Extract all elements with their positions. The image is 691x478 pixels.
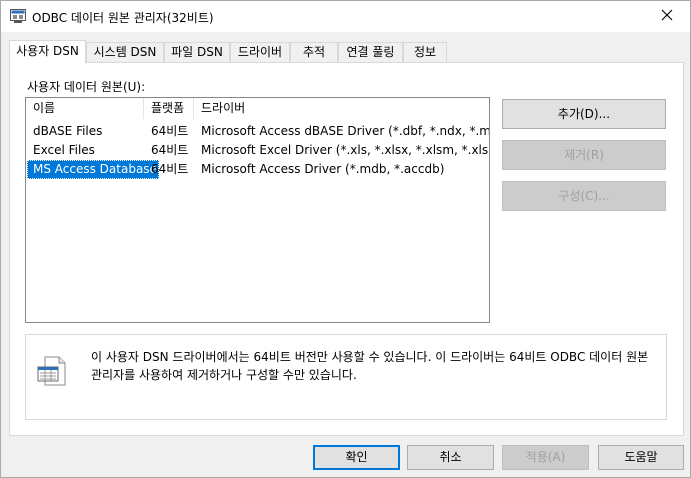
ok-button[interactable]: 확인	[313, 445, 400, 470]
apply-button[interactable]: 적용(A)	[502, 445, 589, 470]
table-row[interactable]: Excel Files 64비트 Microsoft Excel Driver …	[26, 141, 489, 160]
configure-button[interactable]: 구성(C)...	[502, 181, 666, 211]
row-platform: 64비트	[151, 124, 189, 138]
tab-drivers[interactable]: 드라이버	[230, 42, 290, 63]
list-header: 이름 플랫폼 드라이버	[26, 98, 489, 119]
table-row[interactable]: dBASE Files 64비트 Microsoft Access dBASE …	[26, 122, 489, 141]
help-button[interactable]: 도움말	[598, 445, 684, 470]
column-header-name[interactable]: 이름	[26, 98, 144, 119]
row-driver: Microsoft Excel Driver (*.xls, *.xlsx, *…	[201, 143, 490, 157]
row-driver: Microsoft Access dBASE Driver (*.dbf, *.…	[201, 124, 490, 138]
database-info-icon	[37, 355, 69, 387]
column-header-driver[interactable]: 드라이버	[195, 98, 485, 119]
odbc-app-icon	[10, 9, 26, 23]
row-platform: 64비트	[151, 143, 189, 157]
info-box: 이 사용자 DSN 드라이버에서는 64비트 버전만 사용할 수 있습니다. 이…	[25, 334, 667, 420]
row-name: MS Access Database	[27, 160, 159, 179]
cancel-button[interactable]: 취소	[407, 445, 494, 470]
close-icon	[661, 9, 673, 24]
row-driver: Microsoft Access Driver (*.mdb, *.accdb)	[201, 162, 445, 176]
user-dsn-panel: 사용자 데이터 원본(U): 이름 플랫폼 드라이버 dBASE Files 6…	[9, 62, 684, 436]
info-message: 이 사용자 DSN 드라이버에서는 64비트 버전만 사용할 수 있습니다. 이…	[91, 350, 649, 382]
add-button[interactable]: 추가(D)...	[502, 99, 666, 129]
tab-about[interactable]: 정보	[403, 42, 447, 63]
tab-system-dsn[interactable]: 시스템 DSN	[86, 42, 164, 63]
tab-file-dsn[interactable]: 파일 DSN	[164, 42, 230, 63]
title-bar: ODBC 데이터 원본 관리자(32비트)	[1, 1, 690, 32]
data-source-list[interactable]: 이름 플랫폼 드라이버 dBASE Files 64비트 Microsoft A…	[25, 97, 490, 323]
row-platform: 64비트	[151, 162, 189, 176]
window-title: ODBC 데이터 원본 관리자(32비트)	[32, 11, 214, 25]
odbc-admin-window: ODBC 데이터 원본 관리자(32비트) 사용자 DSN 시스템 DSN 파일…	[0, 0, 691, 478]
tab-connection-pooling[interactable]: 연결 풀링	[338, 42, 403, 63]
row-name: Excel Files	[33, 143, 95, 157]
column-header-platform[interactable]: 플랫폼	[145, 98, 194, 119]
remove-button[interactable]: 제거(R)	[502, 140, 666, 170]
tab-tracing[interactable]: 추적	[290, 42, 338, 63]
table-row-selected[interactable]: MS Access Database 64비트 Microsoft Access…	[26, 160, 489, 179]
row-name: dBASE Files	[33, 124, 103, 138]
tab-user-dsn[interactable]: 사용자 DSN	[9, 40, 86, 64]
close-button[interactable]	[644, 1, 690, 32]
user-data-sources-label: 사용자 데이터 원본(U):	[27, 80, 146, 94]
